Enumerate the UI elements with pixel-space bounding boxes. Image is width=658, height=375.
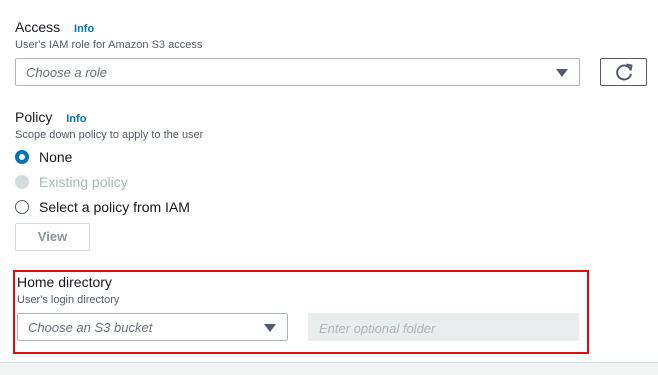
access-label: Access Info [15,19,95,35]
policy-label: Policy Info [15,109,87,125]
optional-folder-placeholder: Enter optional folder [319,321,436,336]
radio-checked-icon[interactable] [15,150,29,164]
role-select-placeholder: Choose a role [26,65,107,80]
access-description: User's IAM role for Amazon S3 access [15,39,203,51]
policy-description: Scope down policy to apply to the user [15,129,204,141]
refresh-icon [616,63,633,81]
access-info-link[interactable]: Info [74,23,94,35]
radio-disabled-icon [15,175,29,189]
home-directory-description: User's login directory [17,294,120,306]
refresh-button[interactable] [600,58,647,86]
panel-footer [0,362,658,375]
radio-unchecked-icon[interactable] [15,200,29,214]
optional-folder-input[interactable]: Enter optional folder [308,313,579,341]
role-select[interactable]: Choose a role [15,58,580,86]
view-button[interactable]: View [15,223,90,251]
caret-down-icon [556,69,568,77]
home-directory-label: Home directory [17,274,112,290]
policy-info-link[interactable]: Info [66,113,86,125]
s3-bucket-select[interactable]: Choose an S3 bucket [17,313,288,341]
caret-down-icon [264,324,276,332]
s3-bucket-placeholder: Choose an S3 bucket [28,320,153,335]
